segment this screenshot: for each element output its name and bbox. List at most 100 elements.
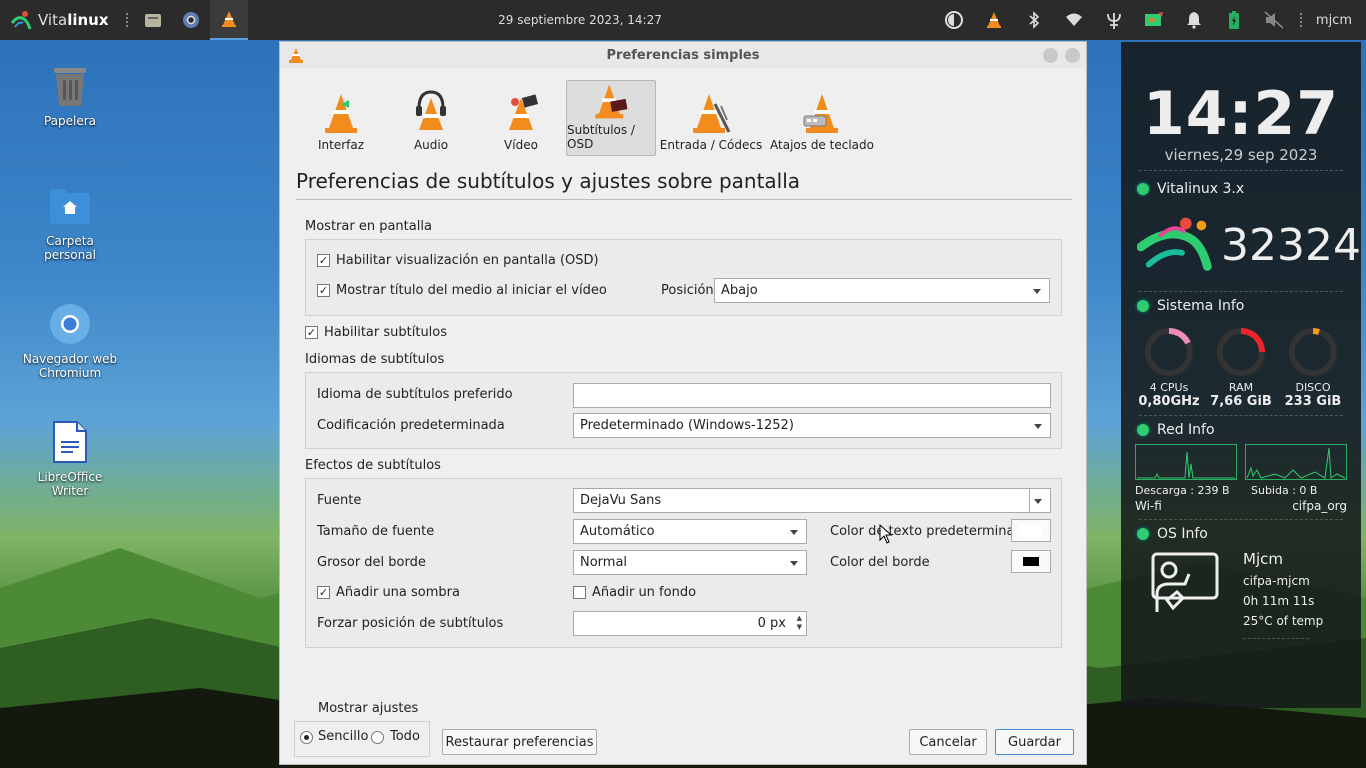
border-color-label: Color del borde xyxy=(830,555,930,570)
status-dot-icon xyxy=(1137,183,1149,195)
force-position-label: Forzar posición de subtítulos xyxy=(317,616,504,631)
top-panel: Vita linux 29 septiembre 2023, 14:27 mjcm xyxy=(0,0,1366,40)
writer-document-icon xyxy=(53,421,87,463)
notifications-tray[interactable] xyxy=(1174,0,1214,40)
save-button[interactable]: Guardar xyxy=(995,729,1074,755)
tab-subtitulos-osd[interactable]: Subtítulos / OSD xyxy=(566,80,656,156)
download-speed: Descarga : 239 B xyxy=(1135,484,1230,497)
vlc-taskbar-item[interactable] xyxy=(210,0,248,40)
reset-preferences-button[interactable]: Restaurar preferencias xyxy=(442,729,597,755)
desktop-icon-trash[interactable]: Papelera xyxy=(20,64,120,128)
desktop-icon-home-folder[interactable]: Carpeta personal xyxy=(20,184,120,262)
files-launcher[interactable] xyxy=(134,0,172,40)
close-button[interactable] xyxy=(1065,48,1080,63)
vitalinux-runner-icon xyxy=(1137,217,1212,271)
spin-arrows-icon[interactable]: ▲ ▼ xyxy=(797,614,802,632)
tab-interfaz[interactable]: Interfaz xyxy=(296,80,386,156)
show-settings-label: Mostrar ajustes xyxy=(318,701,419,716)
conky-distro: Vitalinux 3.x xyxy=(1157,181,1245,197)
cpu-label: 4 CPUs xyxy=(1149,381,1189,394)
all-radio[interactable] xyxy=(371,731,384,744)
conky-counter: 32324 xyxy=(1221,219,1361,271)
system-tray: mjcm xyxy=(934,0,1366,40)
chromium-icon xyxy=(50,304,90,344)
force-position-spinbox[interactable]: 0 px ▲ ▼ xyxy=(573,611,807,636)
enable-subtitles-checkbox[interactable]: ✓ xyxy=(305,326,318,339)
wifi-tray[interactable] xyxy=(1054,0,1094,40)
panel-separator xyxy=(1299,13,1302,27)
osd-section-title: Mostrar en pantalla xyxy=(305,219,432,234)
hotkeys-cone-icon xyxy=(803,94,838,133)
conky-net-graphs xyxy=(1121,444,1361,480)
minimize-button[interactable] xyxy=(1043,48,1058,63)
conky-logo-row: 32324 xyxy=(1121,205,1361,285)
codecs-cone-icon xyxy=(693,94,731,133)
tab-label: Subtítulos / OSD xyxy=(567,123,635,151)
trash-icon xyxy=(54,68,86,106)
chromium-launcher[interactable] xyxy=(172,0,210,40)
desktop-icon-label: Navegador web Chromium xyxy=(22,352,118,380)
panel-separator xyxy=(126,13,128,27)
conky-resource-rings: 4 CPUs 0,80GHz RAM 7,66 GiB DISCO 233 Gi… xyxy=(1121,326,1361,409)
tab-atajos-teclado[interactable]: Atajos de teclado xyxy=(766,80,878,156)
text-color-button[interactable] xyxy=(1011,519,1051,542)
conky-net-conn: Wi-fi cifpa_org xyxy=(1121,499,1361,513)
conky-system-title: Sistema Info xyxy=(1157,298,1245,314)
divider xyxy=(296,199,1072,200)
files-icon xyxy=(145,14,161,27)
tab-audio[interactable]: Audio xyxy=(386,80,476,156)
user-menu[interactable]: mjcm xyxy=(1308,13,1366,28)
dialog-titlebar[interactable]: Preferencias simples xyxy=(280,42,1086,68)
brand-suffix: linux xyxy=(67,11,109,29)
simple-radio[interactable] xyxy=(300,731,313,744)
preferred-language-label: Idioma de subtítulos preferido xyxy=(317,387,513,402)
status-dot-icon xyxy=(1137,300,1149,312)
shadow-checkbox[interactable]: ✓ xyxy=(317,586,330,599)
show-title-label: Mostrar título del medio al iniciar el v… xyxy=(336,283,607,298)
vlc-tray[interactable] xyxy=(974,0,1014,40)
shadow-label: Añadir una sombra xyxy=(336,585,460,600)
enable-osd-label: Habilitar visualización en pantalla (OSD… xyxy=(336,253,599,268)
encoding-label: Codificación predeterminada xyxy=(317,418,505,433)
desktop-icon-chromium[interactable]: Navegador web Chromium xyxy=(20,302,120,380)
privacy-indicator[interactable] xyxy=(934,0,974,40)
video-cone-icon xyxy=(509,94,539,130)
encoding-select[interactable]: Predeterminado (Windows-1252) xyxy=(573,413,1051,438)
vitalinux-logo-icon xyxy=(10,11,32,30)
enable-osd-checkbox[interactable]: ✓ xyxy=(317,254,330,267)
border-color-button[interactable] xyxy=(1011,550,1051,573)
cpu-ring: 4 CPUs 0,80GHz xyxy=(1135,326,1203,409)
cancel-button[interactable]: Cancelar xyxy=(909,729,987,755)
trident-tray[interactable] xyxy=(1094,0,1134,40)
battery-tray[interactable] xyxy=(1214,0,1254,40)
position-label: Posición xyxy=(661,283,714,298)
battery-charging-icon xyxy=(1228,11,1239,29)
tab-entrada-codecs[interactable]: Entrada / Códecs xyxy=(656,80,766,156)
vlc-cone-icon xyxy=(986,12,1001,28)
panel-clock[interactable]: 29 septiembre 2023, 14:27 xyxy=(480,13,680,27)
vlc-preferences-dialog: Preferencias simples Interfaz Audio Víde… xyxy=(279,41,1087,765)
half-circle-icon xyxy=(944,11,963,29)
border-thickness-label: Grosor del borde xyxy=(317,555,426,570)
show-title-checkbox[interactable]: ✓ xyxy=(317,284,330,297)
volume-tray[interactable] xyxy=(1254,0,1294,40)
border-thickness-select[interactable]: Normal xyxy=(573,550,807,575)
bluetooth-tray[interactable] xyxy=(1014,0,1054,40)
font-size-select[interactable]: Automático xyxy=(573,519,807,544)
position-select[interactable]: Abajo xyxy=(714,278,1050,303)
preferred-language-input[interactable] xyxy=(573,383,1051,408)
tab-video[interactable]: Vídeo xyxy=(476,80,566,156)
font-label: Fuente xyxy=(317,493,362,508)
conky-widget: 14:27 viernes,29 sep 2023 Vitalinux 3.x … xyxy=(1121,42,1361,708)
background-checkbox[interactable] xyxy=(573,586,586,599)
vlc-cone-icon xyxy=(289,48,303,63)
font-select[interactable]: DejaVu Sans xyxy=(573,488,1051,513)
upload-graph-icon xyxy=(1245,444,1347,480)
vitalinux-menu-button[interactable]: Vita linux xyxy=(0,9,120,31)
disk-ring: DISCO 233 GiB xyxy=(1279,326,1347,409)
net-type: Wi-fi xyxy=(1135,499,1162,513)
tab-label: Audio xyxy=(413,138,449,152)
desktop-icon-writer[interactable]: LibreOffice Writer xyxy=(20,420,120,498)
screencast-tray[interactable] xyxy=(1134,0,1174,40)
bluetooth-icon xyxy=(1029,11,1040,29)
